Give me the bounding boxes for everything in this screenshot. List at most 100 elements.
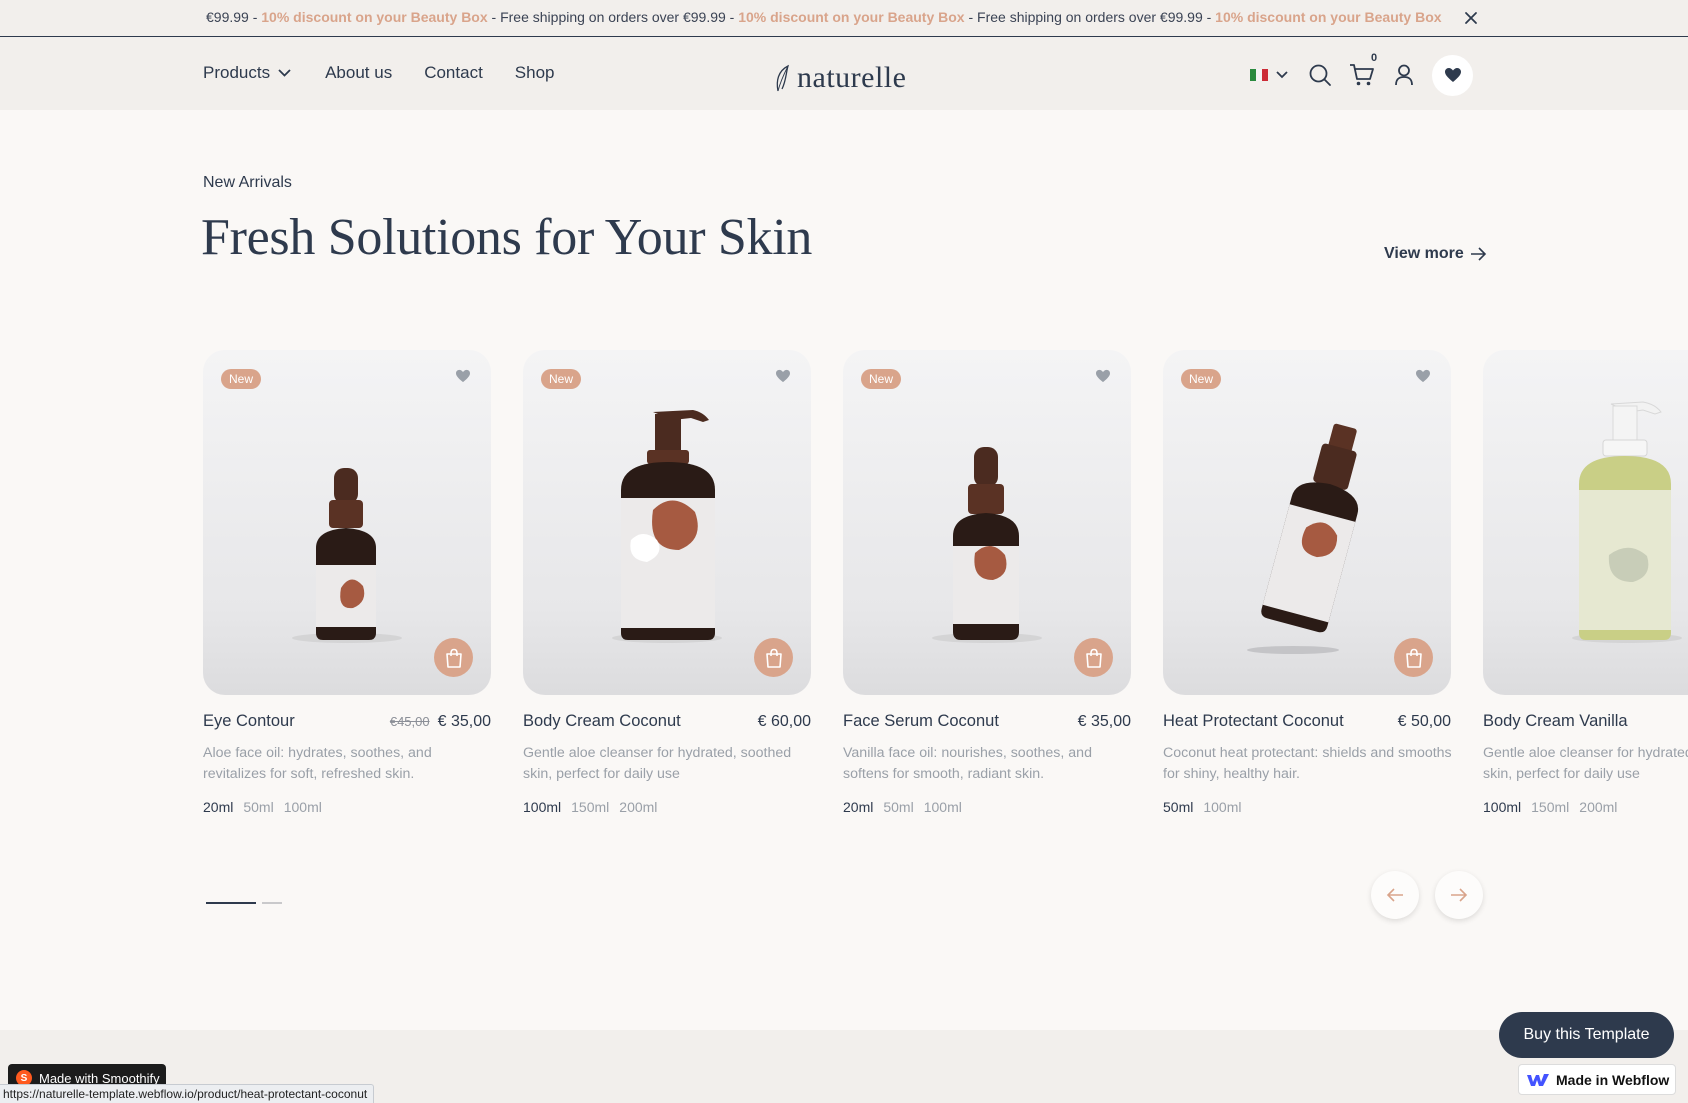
site-logo[interactable]: naturelle — [772, 57, 906, 93]
product-image[interactable]: New — [523, 350, 811, 695]
size-option[interactable]: 50ml — [883, 799, 913, 815]
size-option[interactable]: 100ml — [523, 799, 561, 815]
product-meta: Body Cream Coconut € 60,00 — [523, 710, 811, 740]
product-description: Aloe face oil: hydrates, soothes, and re… — [203, 745, 432, 782]
product-name[interactable]: Body Cream Coconut — [523, 712, 681, 731]
heart-icon[interactable] — [1415, 369, 1431, 388]
user-icon[interactable] — [1394, 64, 1414, 86]
pagination-dot[interactable] — [262, 902, 282, 904]
shopping-bag-icon — [765, 648, 783, 668]
product-description: Gentle aloe cleanser for hydrated, sooth… — [1483, 745, 1688, 782]
cart-count-badge: 0 — [1371, 52, 1378, 64]
product-price-group: €45,00 € 35,00 — [390, 713, 491, 731]
search-icon[interactable] — [1308, 63, 1332, 87]
section-title: Fresh Solutions for Your Skin — [201, 209, 813, 266]
made-in-webflow-badge[interactable]: Made in Webflow — [1518, 1064, 1676, 1095]
size-option[interactable]: 50ml — [1163, 799, 1193, 815]
view-more-link[interactable]: View more — [1384, 245, 1487, 263]
size-option[interactable]: 200ml — [1579, 799, 1617, 815]
size-options: 100ml 150ml 200ml — [523, 799, 811, 815]
product-carousel: New Eye Contour €45,00 € 35,00 Aloe face oil… — [203, 350, 1688, 830]
announcement-segment: - Free shipping on orders over €99.99 - — [964, 9, 1216, 25]
pagination-dot[interactable] — [206, 902, 256, 904]
size-options: 20ml 50ml 100ml — [203, 799, 491, 815]
product-price-group: € 50,00 — [1398, 713, 1451, 731]
product-name[interactable]: Face Serum Coconut — [843, 712, 999, 731]
announcement-segment: - Free shipping on orders over €99.99 - — [487, 9, 739, 25]
add-to-cart-button[interactable] — [434, 638, 473, 677]
made-in-webflow-label: Made in Webflow — [1556, 1071, 1670, 1088]
nav-products[interactable]: Products — [203, 63, 291, 83]
product-image[interactable]: New — [203, 350, 491, 695]
nav-about-us[interactable]: About us — [325, 63, 392, 83]
add-to-cart-button[interactable] — [1394, 638, 1433, 677]
chevron-down-icon — [278, 69, 291, 77]
product-card[interactable]: Body Cream Vanilla Gentle aloe cleanser f… — [1483, 350, 1688, 815]
product-meta: Eye Contour €45,00 € 35,00 — [203, 710, 491, 740]
size-option[interactable]: 150ml — [571, 799, 609, 815]
new-badge: New — [1181, 369, 1222, 389]
view-more-label: View more — [1384, 245, 1464, 262]
product-price: € 35,00 — [437, 713, 491, 730]
status-bar-url: https://naturelle-template.webflow.io/pr… — [0, 1084, 375, 1103]
product-image[interactable]: New — [843, 350, 1131, 695]
size-option[interactable]: 100ml — [924, 799, 962, 815]
arrow-right-icon — [1450, 888, 1468, 902]
size-options: 100ml 150ml 200ml — [1483, 799, 1688, 815]
announcement-highlight: 10% discount on your Beauty Box — [1215, 9, 1442, 25]
size-option[interactable]: 100ml — [1203, 799, 1241, 815]
chevron-down-icon — [1276, 71, 1288, 79]
size-options: 50ml 100ml — [1163, 799, 1451, 815]
product-name[interactable]: Body Cream Vanilla — [1483, 712, 1628, 731]
size-option[interactable]: 150ml — [1531, 799, 1569, 815]
product-image[interactable] — [1483, 350, 1688, 695]
webflow-logo-icon — [1527, 1073, 1549, 1087]
nav-products-label: Products — [203, 63, 271, 82]
announcement-highlight: 10% discount on your Beauty Box — [261, 9, 488, 25]
cart-icon[interactable] — [1349, 63, 1375, 87]
carousel-next-button[interactable] — [1435, 871, 1483, 919]
product-meta: Body Cream Vanilla — [1483, 710, 1688, 740]
announcement-segment: - Free ship — [1442, 9, 1444, 25]
heart-icon[interactable] — [455, 369, 471, 388]
new-badge: New — [221, 369, 262, 389]
product-card[interactable]: New Heat Protectant Coconut € 50,00 Coconut… — [1163, 350, 1452, 815]
product-card[interactable]: New Eye Contour €45,00 € 35,00 Aloe face oil… — [203, 350, 491, 815]
announcement-segment: €99.99 - — [206, 9, 262, 25]
product-name[interactable]: Eye Contour — [203, 712, 295, 731]
size-option[interactable]: 100ml — [284, 799, 322, 815]
size-option[interactable]: 20ml — [203, 799, 233, 815]
heart-icon[interactable] — [1095, 369, 1111, 388]
heart-icon[interactable] — [775, 369, 791, 388]
size-option[interactable]: 50ml — [243, 799, 273, 815]
add-to-cart-button[interactable] — [1074, 638, 1113, 677]
product-image[interactable]: New — [1163, 350, 1451, 695]
nav-shop[interactable]: Shop — [515, 63, 555, 83]
product-card[interactable]: New Body Cream Coconut € 60,00 Gentle aloe … — [523, 350, 811, 815]
product-name[interactable]: Heat Protectant Coconut — [1163, 712, 1344, 731]
carousel-prev-button[interactable] — [1371, 871, 1419, 919]
logo-wordmark: naturelle — [797, 61, 907, 94]
size-option[interactable]: 200ml — [619, 799, 657, 815]
product-price: € 35,00 — [1077, 713, 1131, 730]
product-price: € 50,00 — [1397, 713, 1451, 730]
wishlist-button[interactable] — [1432, 54, 1473, 96]
size-option[interactable]: 20ml — [843, 799, 873, 815]
size-option[interactable]: 100ml — [1483, 799, 1521, 815]
arrow-left-icon — [1386, 888, 1404, 902]
flag-italy-icon — [1250, 69, 1268, 81]
announcement-highlight: 10% discount on your Beauty Box — [738, 9, 965, 25]
language-selector[interactable] — [1250, 69, 1288, 81]
section-eyebrow: New Arrivals — [203, 174, 292, 191]
product-price: € 60,00 — [757, 713, 811, 730]
product-description: Gentle aloe cleanser for hydrated, sooth… — [523, 745, 792, 782]
buy-template-button[interactable]: Buy this Template — [1499, 1012, 1674, 1058]
new-badge: New — [541, 369, 582, 389]
product-card[interactable]: New Face Serum Coconut € 35,00 Vanilla face… — [843, 350, 1131, 815]
product-description: Coconut heat protectant: shields and smo… — [1163, 745, 1452, 782]
product-description: Vanilla face oil: nourishes, soothes, an… — [843, 745, 1092, 782]
arrow-right-icon — [1470, 247, 1487, 261]
add-to-cart-button[interactable] — [754, 638, 793, 677]
close-icon[interactable] — [1461, 8, 1481, 28]
nav-contact[interactable]: Contact — [424, 63, 483, 83]
